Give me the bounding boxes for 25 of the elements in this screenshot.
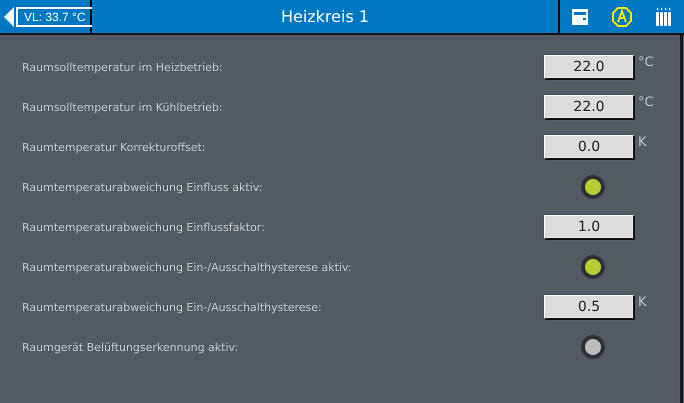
status-indicator[interactable]: [581, 255, 605, 279]
device-icon[interactable]: [571, 8, 589, 26]
status-indicator[interactable]: [581, 175, 605, 199]
value-field[interactable]: 0.0: [544, 135, 634, 159]
window-title: Heizkreis 1: [280, 7, 370, 26]
setting-label: Raumtemperaturabweichung Einflussfaktor:: [22, 220, 266, 234]
status-indicator[interactable]: [581, 335, 605, 359]
setting-label: Raumtemperaturabweichung Ein-/Ausschalthysterese:: [22, 300, 323, 314]
setting-label: Raumtemperaturabweichung Einfluss aktiv:: [22, 180, 264, 194]
value-field[interactable]: 1.0: [544, 215, 634, 239]
radiator-icon[interactable]: [655, 6, 673, 26]
setting-label: Raumgerät Belüftungserkennung aktiv:: [22, 340, 240, 354]
unit-label: °C: [637, 55, 655, 72]
unit-label: °C: [637, 95, 655, 112]
setting-label: Raumtemperaturabweichung Ein-/Ausschalthysterese aktiv:: [22, 260, 353, 274]
back-arrow-icon: [4, 6, 14, 26]
unit-label: K: [637, 135, 648, 152]
value-field[interactable]: 22.0: [544, 95, 634, 119]
setting-label: Raumtemperatur Korrekturoffset:: [22, 140, 206, 154]
value-field[interactable]: 22.0: [544, 55, 634, 79]
auto-mode-icon[interactable]: [611, 6, 633, 28]
value-field[interactable]: 0.5: [544, 295, 634, 319]
unit-label: K: [637, 295, 648, 312]
setting-label: Raumsolltemperatur im Heizbetrieb:: [22, 60, 224, 74]
setting-label: Raumsolltemperatur im Kühlbetrieb:: [22, 100, 224, 114]
